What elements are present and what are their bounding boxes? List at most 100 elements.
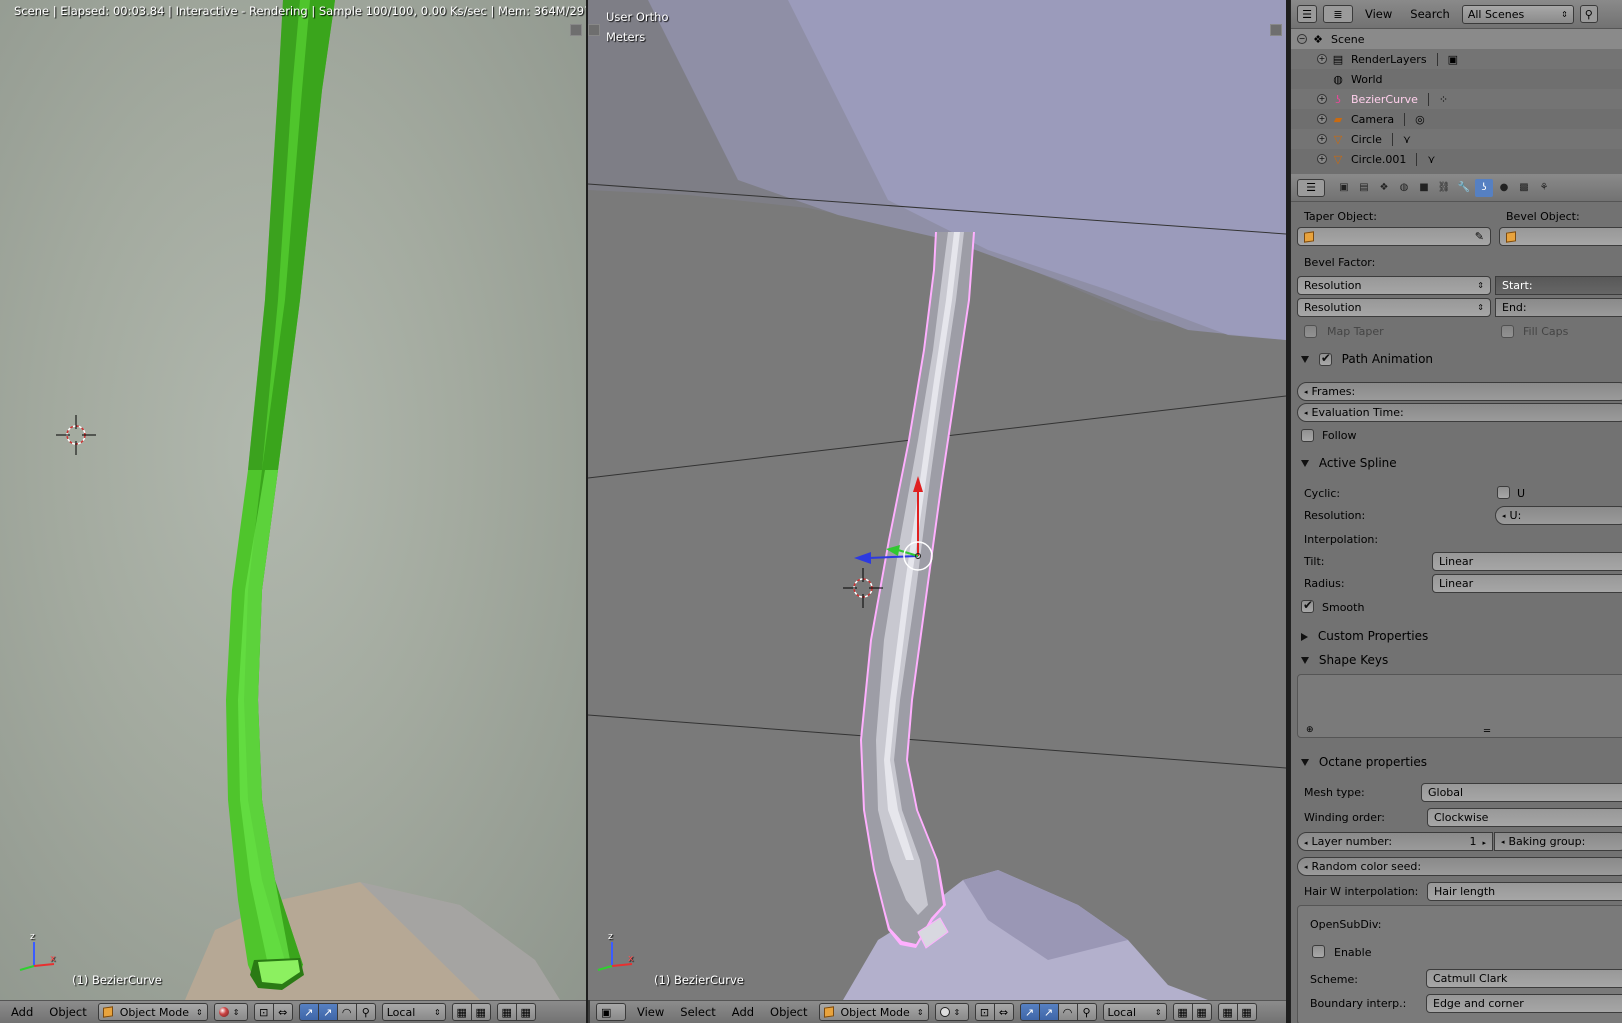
bevel-factor-mode-start[interactable]: Resolution ⇕	[1297, 276, 1491, 295]
expand-icon[interactable]: +	[1317, 134, 1327, 144]
manipulator-pivot-icon[interactable]: ⇔	[993, 1003, 1014, 1021]
world-tab-icon[interactable]: ◍	[1395, 179, 1413, 197]
material-tab-icon[interactable]: ●	[1495, 179, 1513, 197]
manipulator-toggle-icon[interactable]: ↗	[298, 1003, 319, 1021]
random-color-seed-field[interactable]: ◂ Random color seed:	[1297, 857, 1622, 876]
scheme-select[interactable]: Catmull Clark	[1426, 969, 1622, 988]
winding-order-select[interactable]: Clockwise	[1427, 808, 1622, 827]
outliner-item-camera[interactable]: + ▰ Camera ◎	[1291, 109, 1622, 129]
outliner-item-circle-001[interactable]: + ▽ Circle.001 ⋎	[1291, 149, 1622, 169]
mode-select[interactable]: Object Mode ⇕	[818, 1003, 929, 1021]
viewport-corner-widget[interactable]	[570, 24, 582, 36]
scale-icon[interactable]: ⚲	[355, 1003, 376, 1021]
layers-icon[interactable]: ▦	[1217, 1003, 1238, 1021]
curve-data-tab-icon[interactable]: ʖ	[1475, 178, 1493, 197]
outliner-item-scene[interactable]: − ❖ Scene	[1291, 29, 1622, 49]
taper-object-field[interactable]: ✎	[1297, 227, 1491, 246]
smooth-checkbox[interactable]	[1301, 598, 1314, 613]
path-animation-header[interactable]: Path Animation	[1301, 351, 1433, 366]
frames-field[interactable]: ◂ Frames:	[1297, 382, 1622, 401]
path-animation-checkbox[interactable]	[1318, 351, 1332, 366]
add-menu[interactable]: Add	[6, 1005, 38, 1019]
enable-checkbox[interactable]	[1312, 945, 1325, 958]
custom-properties-header[interactable]: Custom Properties	[1301, 629, 1428, 643]
modifiers-tab-icon[interactable]: 🔧	[1455, 179, 1473, 197]
object-menu[interactable]: Object	[44, 1005, 91, 1019]
shading-select[interactable]: ⇕	[213, 1003, 248, 1021]
baking-group-field[interactable]: ◂ Baking group:	[1494, 832, 1622, 851]
layers-icon[interactable]: ▦	[1172, 1003, 1193, 1021]
outliner-view-menu[interactable]: View	[1359, 7, 1398, 21]
add-icon[interactable]: ⊕	[1306, 725, 1314, 735]
view-menu[interactable]: View	[632, 1005, 669, 1019]
bevel-object-field[interactable]	[1499, 227, 1622, 246]
follow-checkbox[interactable]	[1301, 429, 1314, 442]
octane-properties-header[interactable]: Octane properties	[1301, 755, 1427, 769]
layers-icon[interactable]: ▦	[1236, 1003, 1257, 1021]
shape-keys-header[interactable]: Shape Keys	[1301, 653, 1388, 667]
scene-tab-icon[interactable]: ❖	[1375, 179, 1393, 197]
select-menu[interactable]: Select	[675, 1005, 720, 1019]
layers-tab-icon[interactable]: ▤	[1355, 179, 1373, 197]
pivot-icon[interactable]: ⊡	[253, 1003, 274, 1021]
translate-icon[interactable]: ↗	[1038, 1003, 1059, 1021]
mesh-type-select[interactable]: Global	[1421, 783, 1622, 802]
editor-type-icon[interactable]: ☰	[1297, 178, 1325, 197]
expand-icon[interactable]: +	[1317, 94, 1327, 104]
outliner-search-menu[interactable]: Search	[1404, 7, 1456, 21]
resolution-u-field[interactable]: ◂ U:	[1495, 506, 1622, 525]
layers-icon[interactable]: ▦	[515, 1003, 536, 1021]
outliner-filter-select[interactable]: All Scenes ⇕	[1461, 4, 1574, 24]
layers-icon[interactable]: ▦	[470, 1003, 491, 1021]
active-spline-header[interactable]: Active Spline	[1301, 456, 1397, 470]
object-menu[interactable]: Object	[765, 1005, 812, 1019]
orientation-select[interactable]: Local ⇕	[1102, 1003, 1167, 1021]
rendered-viewport[interactable]: Scene | Elapsed: 00:03.84 | Interactive …	[0, 0, 586, 1000]
orientation-select[interactable]: Local ⇕	[381, 1003, 446, 1021]
hair-w-interpolation-select[interactable]: Hair length	[1427, 882, 1622, 901]
layers-icon[interactable]: ▦	[496, 1003, 517, 1021]
expand-icon[interactable]: +	[1317, 154, 1327, 164]
render-tab-icon[interactable]: ▣	[1335, 179, 1353, 197]
shape-keys-list[interactable]: ⊕ ═	[1297, 674, 1622, 738]
solid-viewport[interactable]: User Ortho Meters z x (1) BezierCurve	[588, 0, 1286, 1000]
particles-tab-icon[interactable]: ⚘	[1535, 179, 1553, 197]
rotate-icon[interactable]: ◠	[1057, 1003, 1078, 1021]
boundary-interp-select[interactable]: Edge and corner	[1426, 994, 1622, 1013]
outliner-item-world[interactable]: ◍ World	[1291, 69, 1622, 89]
bevel-end-field[interactable]: End:	[1495, 298, 1622, 317]
viewport-corner-widget[interactable]	[588, 24, 600, 36]
tilt-select[interactable]: Linear	[1432, 552, 1622, 571]
rotate-icon[interactable]: ◠	[336, 1003, 357, 1021]
expand-icon[interactable]: +	[1317, 54, 1327, 64]
layer-number-field[interactable]: ◂ Layer number: 1 ▸	[1297, 832, 1493, 851]
resize-handle-icon[interactable]: ═	[1484, 726, 1490, 737]
object-tab-icon[interactable]: ■	[1415, 179, 1433, 197]
bevel-factor-mode-end[interactable]: Resolution ⇕	[1297, 298, 1491, 317]
pivot-icon[interactable]: ⊡	[974, 1003, 995, 1021]
viewport-corner-widget[interactable]	[1270, 24, 1282, 36]
search-icon[interactable]: ⚲	[1579, 5, 1598, 23]
outliner-item-circle[interactable]: + ▽ Circle ⋎	[1291, 129, 1622, 149]
outliner-item-beziercurve[interactable]: + ʖ BezierCurve ⁘	[1291, 89, 1622, 109]
translate-icon[interactable]: ↗	[317, 1003, 338, 1021]
manipulator-pivot-icon[interactable]: ⇔	[272, 1003, 293, 1021]
add-menu[interactable]: Add	[727, 1005, 759, 1019]
display-mode-icon[interactable]: ≣	[1323, 5, 1353, 23]
collapse-icon[interactable]: −	[1297, 34, 1307, 44]
scale-icon[interactable]: ⚲	[1076, 1003, 1097, 1021]
editor-type-icon[interactable]: ☰	[1297, 5, 1317, 23]
eyedropper-icon[interactable]: ✎	[1475, 230, 1484, 243]
shading-select[interactable]: ⇕	[934, 1003, 969, 1021]
outliner-item-renderlayers[interactable]: + ▤ RenderLayers ▣	[1291, 49, 1622, 69]
bevel-start-field[interactable]: Start:	[1495, 276, 1622, 295]
mode-select[interactable]: Object Mode ⇕	[97, 1003, 208, 1021]
layers-icon[interactable]: ▦	[451, 1003, 472, 1021]
cyclic-u-checkbox[interactable]	[1497, 486, 1510, 499]
expand-icon[interactable]: +	[1317, 114, 1327, 124]
radius-select[interactable]: Linear	[1432, 574, 1622, 593]
manipulator-toggle-icon[interactable]: ↗	[1019, 1003, 1040, 1021]
fill-caps-checkbox[interactable]	[1501, 325, 1514, 338]
evaluation-time-field[interactable]: ◂ Evaluation Time:	[1297, 403, 1622, 422]
texture-tab-icon[interactable]: ▩	[1515, 179, 1533, 197]
